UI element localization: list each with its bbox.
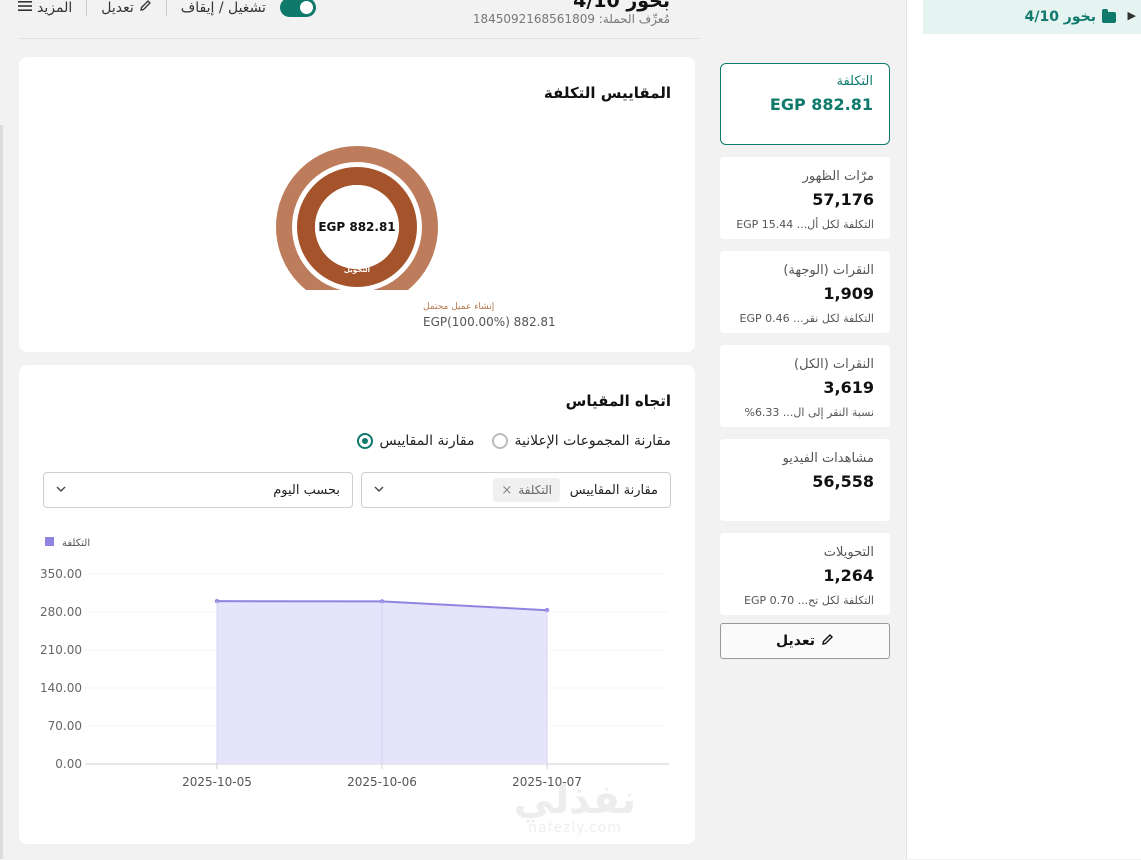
scrollbar-track[interactable]	[0, 125, 3, 859]
campaign-sidebar: بخور 4/10 ▶	[906, 0, 1141, 859]
radio-compare-adsets-label: مقارنة المجموعات الإعلانية	[514, 433, 671, 449]
caret-right-icon[interactable]: ▶	[1128, 9, 1136, 22]
chevron-down-icon	[56, 486, 66, 492]
folder-icon	[1102, 8, 1116, 23]
kpi-card-all-clicks[interactable]: النقرات (الكل) 3,619 نسبة النقر إلى ال..…	[720, 345, 890, 427]
sidebar-item-label: بخور 4/10	[1024, 9, 1096, 25]
kpi-sub: التكلفة لكل نقر... EGP 0.46	[739, 312, 874, 325]
compare-mode-radios: مقارنة المقاييس مقارنة المجموعات الإعلان…	[349, 433, 671, 449]
kpi-label: التحويلات	[823, 545, 874, 560]
metric-select[interactable]: مقارنة المقاييس التكلفة ×	[361, 472, 671, 508]
y-tick-label: 210.00	[40, 643, 82, 657]
chevron-down-icon	[374, 486, 384, 492]
more-label: المزيد	[37, 0, 73, 16]
donut-callout-value: EGP(100.00%) 882.81	[423, 315, 556, 329]
metric-select-label: مقارنة المقاييس	[569, 483, 658, 498]
sidebar-item-campaign[interactable]: بخور 4/10 ▶	[923, 0, 1141, 34]
kpi-value: 56,558	[812, 472, 874, 491]
kpi-value: EGP 882.81	[769, 95, 873, 114]
kpi-value: 1,264	[823, 566, 874, 585]
kpi-label: مشاهدات الفيديو	[782, 451, 874, 466]
legend-label: التكلفة	[62, 538, 90, 549]
kpi-label: مرّات الظهور	[802, 169, 874, 184]
radio-selected[interactable]	[357, 433, 374, 449]
kpi-value: 3,619	[823, 378, 874, 397]
divider	[86, 0, 88, 16]
y-tick-label: 140.00	[40, 681, 82, 695]
campaign-title: بخور 4/10	[573, 0, 670, 12]
cost-donut-chart	[257, 90, 457, 320]
divider	[165, 0, 167, 16]
pencil-icon	[821, 633, 834, 650]
kpi-card-video-views[interactable]: مشاهدات الفيديو 56,558	[720, 439, 890, 521]
kpi-card-impressions[interactable]: مرّات الظهور 57,176 التكلفة لكل أل... EG…	[720, 157, 890, 239]
radio-compare-metrics[interactable]: مقارنة المقاييس	[357, 433, 474, 449]
more-button[interactable]: المزيد	[18, 0, 72, 16]
donut-callout-name: إنشاء عميل محتمل	[423, 302, 495, 312]
header-divider	[18, 38, 700, 39]
close-icon[interactable]: ×	[501, 483, 512, 498]
cost-trend-chart: التكلفة 350.00 280.00 210.00 140.00 70.00 0.0…	[40, 537, 669, 789]
kpi-card-link-clicks[interactable]: النقرات (الوجهة) 1,909 التكلفة لكل نقر..…	[720, 251, 890, 333]
donut-center-value: EGP 882.81	[318, 220, 396, 234]
y-tick-label: 350.00	[40, 567, 82, 581]
kpi-card-conversions[interactable]: التحويلات 1,264 التكلفة لكل تح... EGP 0.…	[720, 533, 890, 615]
radio-unselected[interactable]	[492, 433, 509, 449]
header-toolbar: المزيد تعديل تشغيل / إيقاف	[18, 0, 316, 17]
watermark-arabic: نفذلي	[513, 777, 637, 823]
y-tick-label: 70.00	[48, 719, 82, 733]
kpi-label: النقرات (الكل)	[794, 357, 874, 372]
donut-ring-label: التحويل	[343, 266, 371, 274]
metric-trend-title: اتجاه المقياس	[565, 392, 671, 410]
kpi-value: 1,909	[823, 284, 874, 303]
x-tick-label: 2025-10-06	[347, 775, 417, 789]
period-select-label: بحسب اليوم	[273, 483, 340, 498]
menu-icon	[18, 0, 32, 16]
toggle-label: تشغيل / إيقاف	[180, 0, 266, 16]
y-tick-label: 0.00	[55, 757, 82, 771]
kpi-sub: التكلفة لكل تح... EGP 0.70	[744, 594, 874, 607]
kpi-label: النقرات (الوجهة)	[783, 263, 874, 278]
header-edit-label: تعديل	[101, 0, 134, 16]
kpi-card-cost[interactable]: التكلفة EGP 882.81	[720, 63, 890, 145]
radio-compare-adsets[interactable]: مقارنة المجموعات الإعلانية	[492, 433, 671, 449]
kpi-sub: التكلفة لكل أل... EGP 15.44	[736, 218, 874, 231]
kpi-sub: نسبة النقر إلى ال... 6.33%	[744, 406, 874, 419]
edit-kpis-button[interactable]: تعديل	[720, 623, 890, 659]
pencil-icon	[139, 0, 152, 16]
watermark-logo: نفذلي nafezly.com	[500, 780, 650, 860]
period-select[interactable]: بحسب اليوم	[43, 472, 353, 508]
kpi-label: التكلفة	[836, 74, 873, 89]
cost-metrics-title: المقاييس التكلفة	[543, 84, 671, 102]
status-toggle[interactable]	[279, 0, 316, 17]
legend-swatch	[45, 537, 54, 546]
kpi-value: 57,176	[812, 190, 874, 209]
radio-compare-metrics-label: مقارنة المقاييس	[379, 433, 475, 449]
main-area: بخور 4/10 مُعرِّف الحملة: 18450921685618…	[0, 0, 906, 859]
campaign-id: مُعرِّف الحملة: 1845092168561809	[472, 12, 670, 26]
header-edit-button[interactable]: تعديل	[101, 0, 152, 16]
y-tick-label: 280.00	[40, 605, 82, 619]
metric-chip[interactable]: التكلفة ×	[493, 478, 560, 502]
edit-kpis-label: تعديل	[776, 633, 815, 649]
x-tick-label: 2025-10-05	[182, 775, 252, 789]
metric-chip-label: التكلفة	[518, 483, 552, 497]
